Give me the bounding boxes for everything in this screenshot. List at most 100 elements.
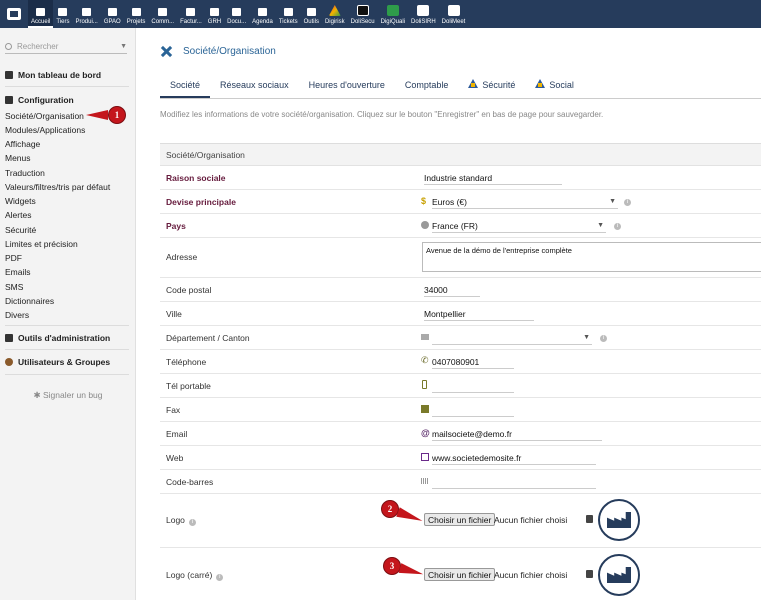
menu-configuration[interactable]: Configuration — [5, 95, 74, 105]
tab-reseaux-sociaux[interactable]: Réseaux sociaux — [210, 74, 299, 98]
menu-item-limites[interactable]: Limites et précision — [5, 239, 78, 249]
input-fax[interactable] — [432, 403, 514, 417]
menu-users-groups[interactable]: Utilisateurs & Groupes — [5, 357, 110, 367]
nav-tiers[interactable]: Tiers — [53, 0, 72, 28]
callout-arrow-1 — [86, 110, 108, 120]
row-pays: Pays France (FR) ▼ i — [160, 214, 761, 238]
main-content: Société/Organisation Société Réseaux soc… — [136, 28, 761, 600]
intro-text: Modifiez les informations de votre socié… — [160, 110, 604, 119]
barcode-icon — [421, 478, 429, 484]
chevron-down-icon: ▼ — [597, 222, 604, 229]
external-link-icon — [421, 453, 429, 461]
input-code-barres[interactable] — [432, 475, 596, 489]
trash-icon[interactable] — [586, 515, 593, 523]
tab-securite[interactable]: Sécurité — [458, 74, 525, 98]
label-pays: Pays — [166, 221, 186, 231]
phone-icon: ✆ — [421, 355, 429, 365]
ticket-icon — [283, 8, 293, 16]
report-bug-link[interactable]: ✱ Signaler un bug — [0, 390, 136, 401]
input-tel-portable[interactable] — [432, 379, 514, 393]
menu-admin-tools[interactable]: Outils d'administration — [5, 333, 110, 343]
menu-item-securite[interactable]: Sécurité — [5, 225, 36, 235]
menu-item-sms[interactable]: SMS — [5, 282, 23, 292]
menu-item-menus[interactable]: Menus — [5, 153, 31, 163]
nav-dolisecu[interactable]: DoliSecu — [348, 0, 378, 28]
nav-dolimeet[interactable]: DoliMeet — [439, 0, 469, 28]
nav-digiquali[interactable]: DigiQuali — [378, 0, 408, 28]
input-email[interactable]: mailsociete@demo.fr — [432, 427, 602, 441]
menu-item-societe[interactable]: Société/Organisation — [5, 111, 84, 121]
menu-item-widgets[interactable]: Widgets — [5, 196, 36, 206]
project-icon — [131, 8, 141, 16]
row-logo-carre: Logo (carré) i Choisir un fichier Aucun f… — [160, 548, 761, 600]
nav-facturation[interactable]: Factur... — [177, 0, 205, 28]
row-telephone: Téléphone ✆ 0407080901 — [160, 350, 761, 374]
globe-icon — [421, 221, 429, 229]
textarea-adresse[interactable]: Avenue de la démo de l'entreprise complè… — [422, 242, 761, 272]
nav-agenda[interactable]: Agenda — [249, 0, 276, 28]
menu-item-dictionnaires[interactable]: Dictionnaires — [5, 296, 54, 306]
nav-commerce[interactable]: Comm... — [148, 0, 177, 28]
divider — [5, 349, 129, 350]
row-logo: Logo i Choisir un fichier Aucun fichier c… — [160, 494, 761, 548]
calendar-icon — [257, 8, 267, 16]
select-departement[interactable]: ▼ — [432, 331, 592, 345]
menu-dashboard[interactable]: Mon tableau de bord — [5, 70, 101, 80]
input-raison-sociale[interactable]: Industrie standard — [424, 171, 562, 185]
menu-item-emails[interactable]: Emails — [5, 267, 31, 277]
nav-projets[interactable]: Projets — [124, 0, 149, 28]
row-fax: Fax — [160, 398, 761, 422]
menu-item-modules[interactable]: Modules/Applications — [5, 125, 85, 135]
input-code-postal[interactable]: 34000 — [424, 283, 480, 297]
nav-outils[interactable]: Outils — [301, 0, 322, 28]
select-devise[interactable]: Euros (€) ▼ — [432, 195, 618, 209]
user-icon — [5, 358, 13, 366]
lock-icon — [356, 5, 369, 16]
row-departement: Département / Canton ▼ i — [160, 326, 761, 350]
nav-accueil[interactable]: Accueil — [28, 0, 54, 28]
digirisk-icon — [328, 5, 341, 16]
nav-tickets[interactable]: Tickets — [276, 0, 301, 28]
input-ville[interactable]: Montpellier — [424, 307, 534, 321]
factory-icon — [607, 567, 631, 583]
tab-comptable[interactable]: Comptable — [395, 74, 459, 98]
trash-icon[interactable] — [586, 570, 593, 578]
logo-file-button[interactable]: Choisir un fichier — [424, 513, 496, 526]
invoice-icon — [186, 8, 196, 16]
menu-item-pdf[interactable]: PDF — [5, 253, 22, 263]
nav-produits[interactable]: Produi... — [72, 0, 100, 28]
nav-dolisirh[interactable]: DoliSIRH — [408, 0, 439, 28]
tab-social[interactable]: Social — [525, 74, 584, 98]
mobile-icon — [422, 380, 427, 389]
search-select[interactable]: Rechercher ▼ — [5, 40, 127, 54]
folder-icon — [232, 8, 242, 16]
tab-societe[interactable]: Société — [160, 74, 211, 98]
company-form: Société/Organisation Raison sociale Indu… — [160, 143, 761, 600]
dolibarr-logo[interactable] — [0, 0, 28, 28]
tab-heures-ouverture[interactable]: Heures d'ouverture — [299, 74, 395, 98]
factory-icon — [607, 512, 631, 528]
digirisk-icon — [535, 79, 546, 88]
app-logo-icon — [7, 8, 21, 20]
input-web[interactable]: www.societedemosite.fr — [432, 451, 596, 465]
label-email: Email — [166, 429, 188, 439]
menu-item-alertes[interactable]: Alertes — [5, 210, 31, 220]
page-title: Société/Organisation — [160, 45, 276, 58]
tools-icon — [160, 45, 173, 58]
nav-gpao[interactable]: GPAO — [101, 0, 124, 28]
nav-documents[interactable]: Docu... — [224, 0, 249, 28]
logo-carre-file-button[interactable]: Choisir un fichier — [424, 568, 496, 581]
map-icon — [421, 334, 429, 340]
label-tel-portable: Tél portable — [166, 381, 211, 391]
menu-item-traduction[interactable]: Traduction — [5, 168, 45, 178]
nav-digirisk[interactable]: Digirisk — [322, 0, 348, 28]
home-icon — [36, 8, 46, 16]
menu-item-valeurs[interactable]: Valeurs/filtres/tris par défaut — [5, 182, 110, 192]
label-logo-carre: Logo (carré) i — [166, 570, 224, 581]
select-pays[interactable]: France (FR) ▼ — [432, 219, 606, 233]
menu-item-divers[interactable]: Divers — [5, 310, 29, 320]
menu-item-affichage[interactable]: Affichage — [5, 139, 40, 149]
nav-grh[interactable]: GRH — [205, 0, 224, 28]
row-ville: Ville Montpellier — [160, 302, 761, 326]
input-telephone[interactable]: 0407080901 — [432, 355, 514, 369]
